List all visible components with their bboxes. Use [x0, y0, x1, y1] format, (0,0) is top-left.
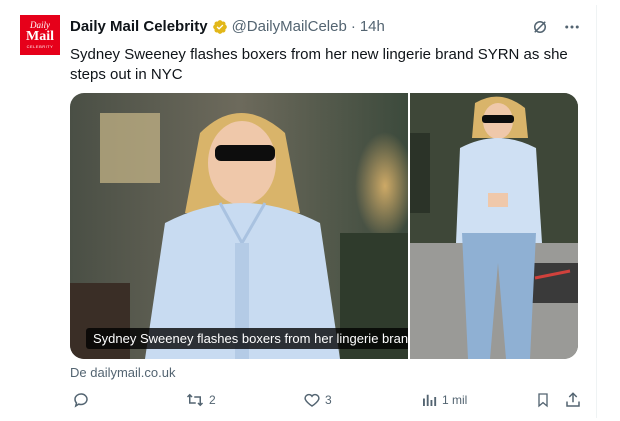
views-icon	[420, 391, 438, 409]
like-icon	[303, 391, 321, 409]
author-handle[interactable]: @DailyMailCeleb	[232, 18, 347, 35]
avatar-text-mail: Mail	[26, 29, 54, 44]
share-icon	[564, 391, 582, 409]
retweet-icon	[185, 391, 205, 409]
source-link[interactable]: De dailymail.co.uk	[70, 365, 176, 380]
author-name[interactable]: Daily Mail Celebrity	[70, 18, 208, 35]
photo-right-image	[410, 93, 578, 359]
retweet-count: 2	[209, 393, 216, 407]
media-gallery[interactable]: Sydney Sweeney flashes boxers from her l…	[70, 93, 578, 359]
tweet-card[interactable]: Daily Mail CELEBRITY Daily Mail Celebrit…	[6, 5, 597, 418]
media-caption: Sydney Sweeney flashes boxers from her l…	[86, 328, 408, 349]
verified-badge-icon	[212, 19, 228, 35]
more-icon[interactable]	[562, 17, 582, 37]
bookmark-button[interactable]	[535, 391, 551, 409]
reply-button[interactable]	[72, 391, 94, 409]
tweet-text: Sydney Sweeney flashes boxers from her n…	[70, 46, 568, 83]
avatar-text-celebrity: CELEBRITY	[26, 44, 54, 49]
media-photo-left[interactable]: Sydney Sweeney flashes boxers from her l…	[70, 93, 408, 359]
views-button[interactable]: 1 mil	[420, 391, 467, 409]
bookmark-icon	[535, 391, 551, 409]
grok-icon[interactable]	[530, 17, 550, 37]
retweet-button[interactable]: 2	[185, 391, 216, 409]
timestamp[interactable]: 14h	[360, 18, 385, 35]
media-photo-right[interactable]	[410, 93, 578, 359]
share-button[interactable]	[564, 391, 582, 409]
tweet-header: Daily Mail Celebrity @DailyMailCeleb · 1…	[70, 18, 385, 35]
photo-left-image	[70, 93, 408, 359]
meta-separator: ·	[350, 18, 356, 35]
avatar[interactable]: Daily Mail CELEBRITY	[20, 15, 60, 55]
like-count: 3	[325, 393, 332, 407]
views-count: 1 mil	[442, 393, 468, 407]
header-actions	[530, 17, 582, 37]
like-button[interactable]: 3	[303, 391, 332, 409]
reply-icon	[72, 391, 90, 409]
action-bar: 2 3 1 mil	[70, 391, 582, 413]
